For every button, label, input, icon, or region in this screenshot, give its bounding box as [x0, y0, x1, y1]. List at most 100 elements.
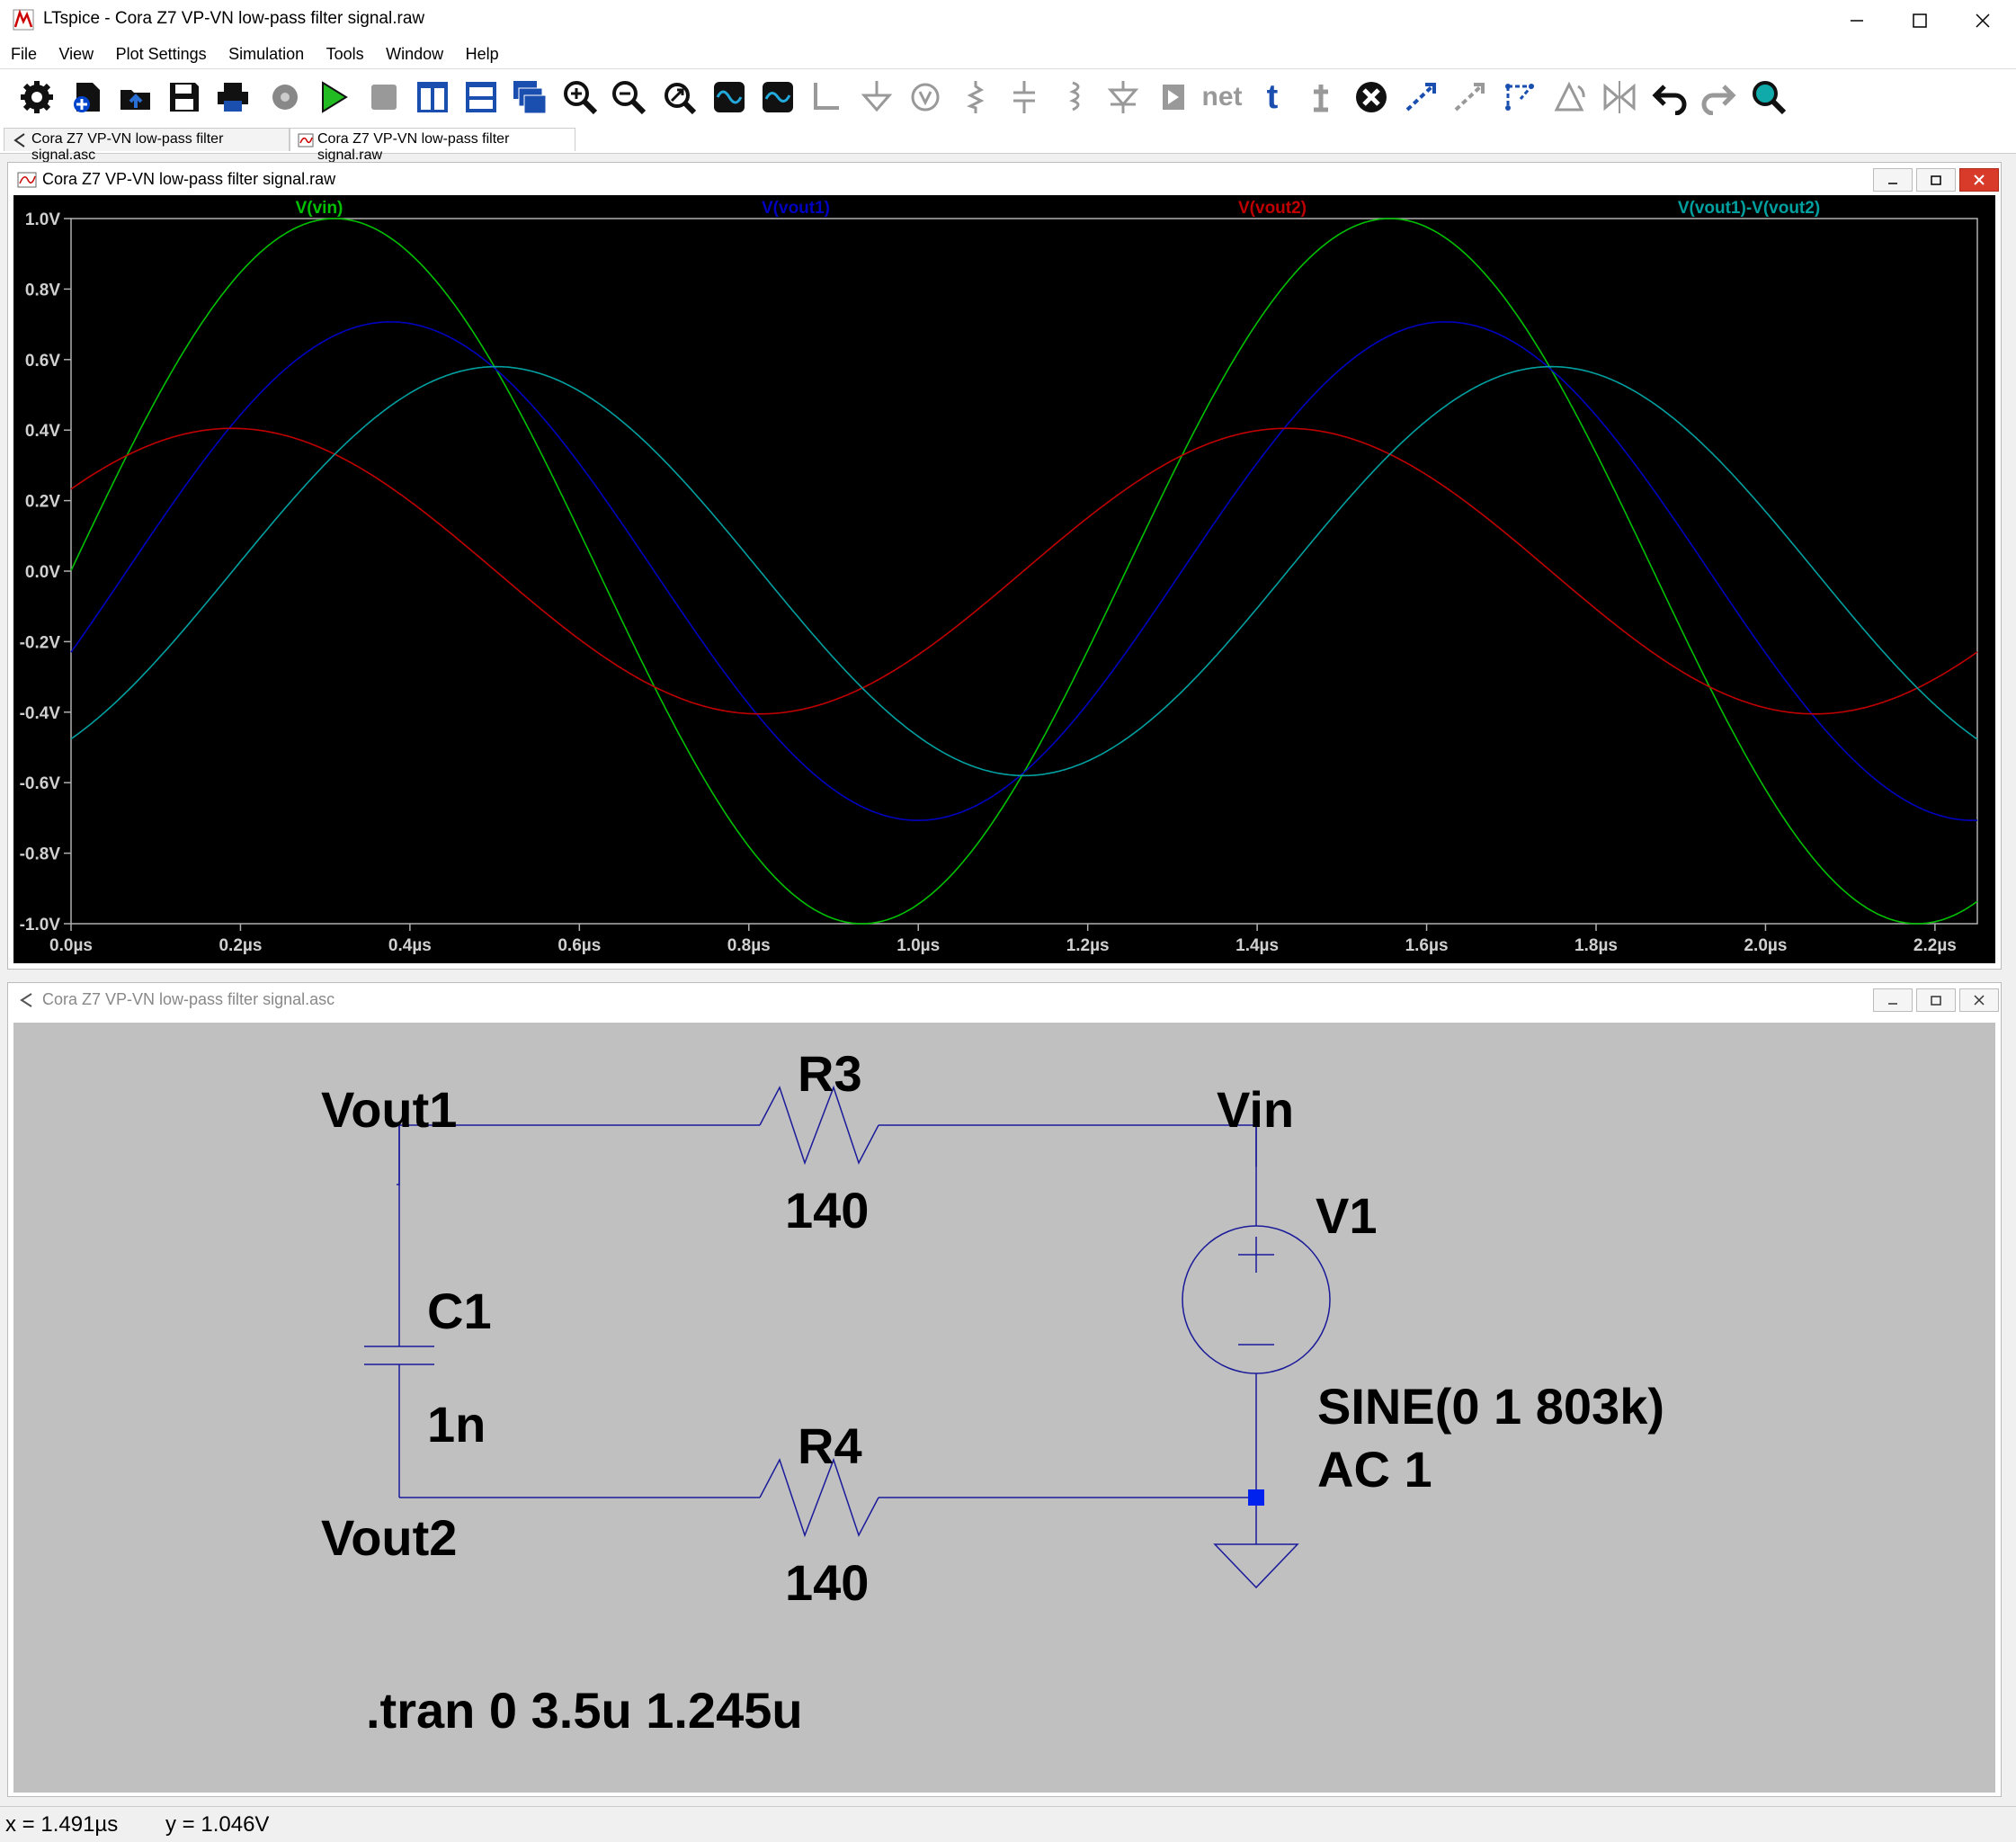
schematic-canvas[interactable]: Vout1 R3 140 Vin V1 C1 1n SINE(0 1 803k)… — [13, 1023, 1995, 1793]
diode-button[interactable] — [1102, 76, 1144, 118]
tab-waveform[interactable]: Cora Z7 VP-VN low-pass filter signal.raw — [290, 128, 575, 163]
legend-v-vout1-v-vout2-: V(vout1)-V(vout2) — [1678, 199, 1820, 218]
run-icon — [322, 81, 348, 113]
menu-simulation[interactable]: Simulation — [228, 45, 304, 64]
zoom-fit-button[interactable] — [658, 76, 700, 118]
open-button[interactable] — [115, 76, 156, 118]
drag-button[interactable] — [1500, 76, 1541, 118]
tile-horizontal-button[interactable] — [460, 76, 502, 118]
menu-window[interactable]: Window — [386, 45, 443, 64]
minimize-button[interactable] — [1825, 4, 1888, 38]
label-c1-name[interactable]: C1 — [427, 1282, 492, 1340]
x-tick-label: 0.6µs — [558, 936, 601, 955]
schematic-restore-button[interactable] — [1916, 988, 1956, 1012]
halt-button[interactable] — [363, 76, 405, 118]
schematic-close-button[interactable] — [1959, 988, 1999, 1012]
close-button[interactable] — [1951, 4, 2014, 38]
spice-directive[interactable]: .tran 0 3.5u 1.245u — [366, 1681, 803, 1739]
cascade-icon — [513, 81, 547, 114]
settings-button[interactable] — [264, 76, 306, 118]
tile-vertical-icon — [417, 82, 448, 112]
mirror-button[interactable] — [1599, 76, 1640, 118]
undo-button[interactable] — [1649, 76, 1690, 118]
label-r4-name[interactable]: R4 — [798, 1417, 862, 1475]
schematic-drawing[interactable] — [13, 1023, 1995, 1793]
zoom-in-icon — [564, 81, 598, 115]
schematic-window: Cora Z7 VP-VN low-pass filter signal.asc — [7, 982, 2002, 1797]
spice-directive-button[interactable] — [1300, 76, 1342, 118]
y-tick-label: 0.0V — [25, 563, 60, 582]
y-tick-label: 0.4V — [25, 422, 60, 441]
label-r4-value[interactable]: 140 — [785, 1553, 869, 1612]
menu-tools[interactable]: Tools — [326, 45, 364, 64]
menu-view[interactable]: View — [58, 45, 94, 64]
net-label-button[interactable]: net — [1201, 76, 1243, 118]
label-vin[interactable]: Vin — [1217, 1080, 1294, 1139]
maximize-button[interactable] — [1888, 4, 1951, 38]
label-net-button[interactable] — [905, 76, 946, 118]
menu-help[interactable]: Help — [466, 45, 499, 64]
move-button[interactable] — [1450, 76, 1491, 118]
component-button[interactable] — [1153, 76, 1194, 118]
zoom-out-icon — [612, 81, 647, 115]
tab-schematic[interactable]: Cora Z7 VP-VN low-pass filter signal.asc — [4, 128, 290, 163]
minimize-icon — [1851, 20, 1863, 22]
ground-icon — [861, 81, 893, 112]
redo-icon — [1701, 85, 1736, 115]
menu-plot-settings[interactable]: Plot Settings — [116, 45, 207, 64]
menu-file[interactable]: File — [11, 45, 37, 64]
label-v1-value[interactable]: SINE(0 1 803k) — [1317, 1377, 1664, 1435]
diode-icon — [1107, 81, 1139, 113]
y-tick-label: -0.4V — [20, 704, 61, 723]
tab-waveform-label: Cora Z7 VP-VN low-pass filter signal.raw — [317, 131, 510, 163]
find-button[interactable] — [1748, 76, 1789, 118]
plot-area[interactable]: 1.0V 0.8V 0.6V 0.4V 0.2V 0.0V -0.2V -0.4V -0.6V -… — [13, 195, 1995, 963]
delete-button[interactable] — [1351, 76, 1392, 118]
x-tick-label: 2.0µs — [1744, 936, 1787, 955]
redo-button[interactable] — [1698, 76, 1739, 118]
cascade-button[interactable] — [509, 76, 550, 118]
wire-button[interactable] — [806, 76, 847, 118]
undo-icon — [1652, 85, 1687, 115]
control-panel-button[interactable] — [16, 76, 58, 118]
label-vout1[interactable]: Vout1 — [321, 1080, 457, 1139]
waveform-button[interactable] — [757, 76, 798, 118]
capacitor-button[interactable] — [1004, 76, 1045, 118]
label-c1-value[interactable]: 1n — [427, 1395, 486, 1453]
rotate-button[interactable] — [1548, 76, 1590, 118]
label-v1-ac[interactable]: AC 1 — [1317, 1440, 1432, 1498]
print-button[interactable] — [212, 76, 254, 118]
ground-junction[interactable] — [1248, 1489, 1264, 1506]
schematic-minimize-button[interactable] — [1873, 988, 1913, 1012]
label-v1-name[interactable]: V1 — [1316, 1186, 1378, 1245]
waveform-plot[interactable]: 1.0V 0.8V 0.6V 0.4V 0.2V 0.0V -0.2V -0.4V -0.6V -… — [13, 195, 1995, 963]
label-vout2[interactable]: Vout2 — [321, 1508, 457, 1567]
y-tick-label: 1.0V — [25, 210, 60, 229]
waveform-minimize-button[interactable] — [1873, 168, 1913, 192]
print-icon — [218, 83, 248, 112]
new-schematic-button[interactable] — [67, 76, 108, 118]
schematic-icon — [13, 133, 25, 148]
x-tick-label: 1.6µs — [1405, 936, 1449, 955]
label-r3-value[interactable]: 140 — [785, 1181, 869, 1239]
autorange-button[interactable] — [709, 76, 750, 118]
schematic-window-titlebar: Cora Z7 VP-VN low-pass filter signal.asc — [8, 983, 2001, 1015]
wire-icon — [814, 83, 839, 110]
close-icon — [1974, 995, 1985, 1006]
label-r3-name[interactable]: R3 — [798, 1044, 862, 1103]
waveform-restore-button[interactable] — [1916, 168, 1956, 192]
y-tick-label: 0.6V — [25, 352, 60, 371]
inductor-button[interactable] — [1054, 76, 1095, 118]
zoom-in-button[interactable] — [559, 76, 601, 118]
waveform-close-button[interactable] — [1959, 168, 1999, 192]
text-button[interactable]: t — [1252, 76, 1293, 118]
ground-symbol[interactable] — [1213, 1543, 1299, 1589]
run-button[interactable] — [313, 76, 354, 118]
save-button[interactable] — [164, 76, 205, 118]
x-tick-label: 0.8µs — [727, 936, 771, 955]
tile-vertical-button[interactable] — [412, 76, 453, 118]
zoom-out-button[interactable] — [608, 76, 649, 118]
duplicate-button[interactable] — [1401, 76, 1442, 118]
resistor-button[interactable] — [955, 76, 996, 118]
ground-button[interactable] — [856, 76, 897, 118]
